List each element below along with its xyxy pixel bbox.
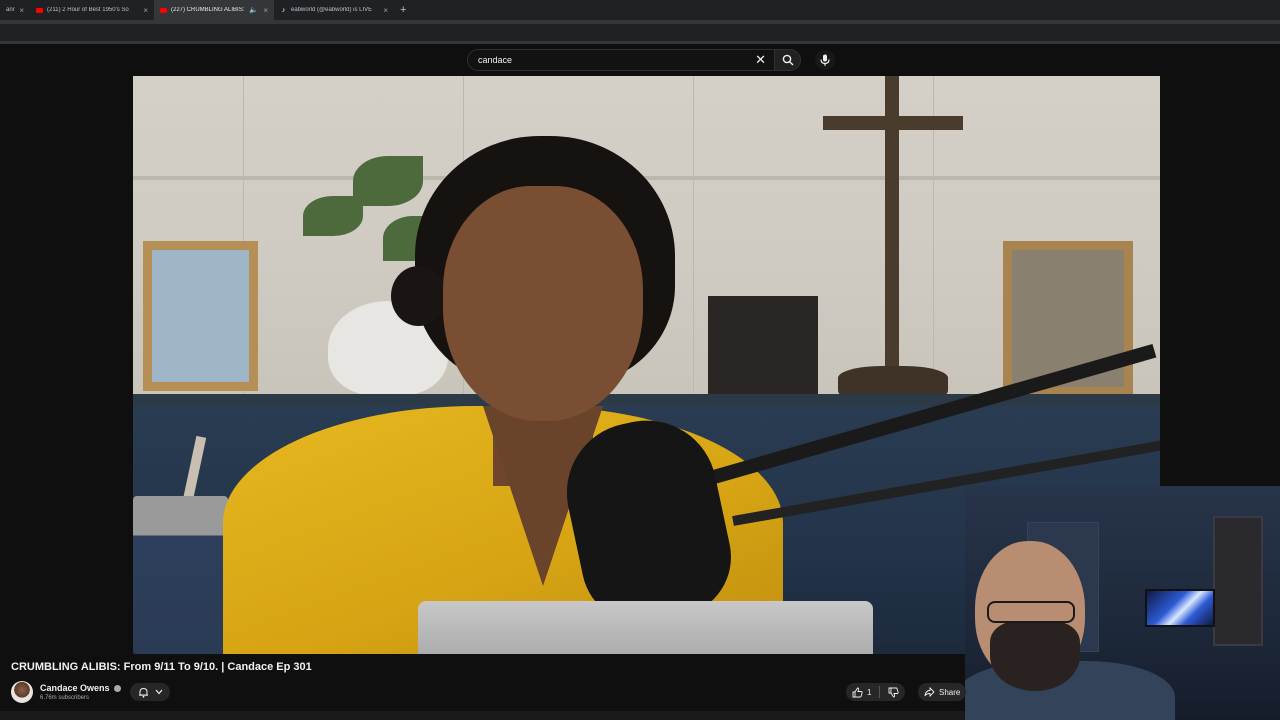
tab-3[interactable]: ♪ eabworld (@eabworld) is LIVE × <box>274 0 394 20</box>
tab-0[interactable]: anri × <box>0 0 30 20</box>
search-icon <box>782 54 793 66</box>
like-count: 1 <box>867 687 872 697</box>
tab-1[interactable]: (211) 2 Hour of Best 1950's So × <box>30 0 154 20</box>
channel-name-row[interactable]: Candace Owens <box>40 683 121 693</box>
new-tab-button[interactable]: + <box>394 4 412 16</box>
picture-frame <box>143 241 258 391</box>
voice-search-button[interactable] <box>815 50 835 70</box>
subscriber-count: 6.76m subscribers <box>40 695 90 701</box>
tab-2-active[interactable]: (227) CRUMBLING ALIBIS: F 🔈 × <box>154 0 274 20</box>
clear-search-icon[interactable]: ✕ <box>755 53 766 67</box>
video-title: CRUMBLING ALIBIS: From 9/11 To 9/10. | C… <box>11 661 312 673</box>
webcam-overlay <box>965 486 1280 720</box>
share-label: Share <box>939 687 961 697</box>
tab-close-icon[interactable]: × <box>263 6 268 15</box>
books <box>708 296 818 396</box>
tv-screen <box>1145 589 1215 627</box>
address-bar[interactable] <box>0 24 1280 41</box>
tab-close-icon[interactable]: × <box>383 6 388 15</box>
youtube-icon <box>36 7 43 13</box>
tab-title: (211) 2 Hour of Best 1950's So <box>47 7 129 13</box>
bottom-strip <box>0 711 965 720</box>
bell-icon <box>138 687 148 698</box>
like-dislike-group: 1 <box>846 683 906 701</box>
share-button[interactable]: Share <box>918 683 967 701</box>
tab-title: anri <box>6 7 16 13</box>
verified-icon <box>113 684 121 692</box>
microphone-icon <box>820 54 830 66</box>
search-input[interactable] <box>478 55 738 65</box>
search-box[interactable]: ✕ <box>467 49 775 71</box>
like-icon[interactable] <box>852 687 863 698</box>
youtube-header: ✕ <box>0 44 1280 76</box>
laptop <box>418 601 873 654</box>
tab-title: eabworld (@eabworld) is LIVE <box>291 7 373 13</box>
youtube-icon <box>160 7 167 13</box>
tab-close-icon[interactable]: × <box>143 6 148 15</box>
tab-close-icon[interactable]: × <box>19 6 24 15</box>
tumbler <box>133 496 228 654</box>
browser-toolbar <box>0 20 1280 44</box>
tab-title: (227) CRUMBLING ALIBIS: F <box>171 7 245 13</box>
channel-name[interactable]: Candace Owens <box>40 683 110 693</box>
dislike-icon[interactable] <box>888 687 900 698</box>
channel-avatar[interactable] <box>11 681 33 703</box>
share-icon <box>924 687 935 697</box>
chevron-down-icon <box>155 689 162 695</box>
tiktok-icon: ♪ <box>281 6 286 14</box>
browser-tab-strip: anri × (211) 2 Hour of Best 1950's So × … <box>0 0 1280 20</box>
notification-bell-button[interactable] <box>130 683 170 701</box>
search-button[interactable] <box>775 49 801 71</box>
speaker-icon[interactable]: 🔈 <box>249 6 258 14</box>
